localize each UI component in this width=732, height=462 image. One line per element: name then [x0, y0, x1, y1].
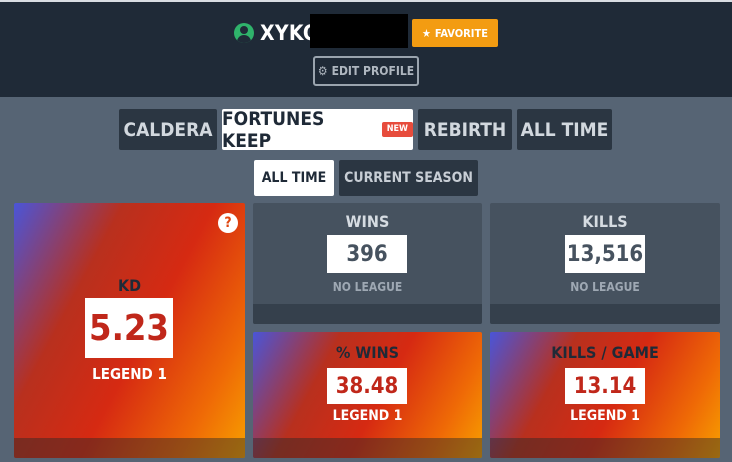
- favorite-label: FAVORITE: [434, 26, 488, 40]
- stat-rank: NO LEAGUE: [332, 280, 403, 294]
- stat-card-win-percent: % WINS 38.48 LEGEND 1: [253, 332, 482, 458]
- stat-rank: NO LEAGUE: [570, 280, 640, 294]
- card-footer: [490, 438, 720, 458]
- stat-value: 5.23: [85, 298, 173, 358]
- stat-card-kd: ? KD 5.23 LEGEND 1: [14, 203, 245, 458]
- gear-icon: ⚙: [317, 64, 328, 78]
- profile-header: XYKO ★ FAVORITE ⚙ EDIT PROFILE: [0, 0, 732, 97]
- stat-rank: LEGEND 1: [332, 408, 403, 424]
- stat-value: 13,516: [565, 235, 645, 273]
- help-icon[interactable]: ?: [218, 213, 238, 233]
- card-footer: [253, 438, 482, 458]
- tab-fortunes-keep[interactable]: FORTUNES KEEP NEW: [222, 107, 413, 152]
- card-footer: [490, 304, 720, 324]
- stat-label: KD: [117, 276, 142, 295]
- stat-rank: LEGEND 1: [92, 365, 167, 383]
- stat-label: WINS: [345, 212, 390, 231]
- stat-value: 396: [327, 235, 407, 273]
- edit-profile-label: EDIT PROFILE: [331, 64, 415, 78]
- subtab-current-season[interactable]: CURRENT SEASON: [339, 160, 478, 196]
- star-icon: ★: [422, 26, 431, 40]
- tab-all-time[interactable]: ALL TIME: [517, 109, 612, 150]
- stat-card-kills-per-game: KILLS / GAME 13.14 LEGEND 1: [490, 332, 720, 458]
- period-tabs: ALL TIME CURRENT SEASON: [0, 160, 732, 196]
- subtab-all-time[interactable]: ALL TIME: [254, 160, 334, 196]
- edit-profile-button[interactable]: ⚙ EDIT PROFILE: [313, 56, 419, 86]
- card-footer: [14, 438, 245, 458]
- card-footer: [253, 304, 482, 324]
- subtab-label: ALL TIME: [261, 170, 327, 186]
- stat-value: 38.48: [327, 368, 407, 404]
- new-badge: NEW: [381, 122, 413, 137]
- tab-label: CALDERA: [123, 118, 213, 141]
- redacted-name-block: [310, 14, 408, 48]
- profile-row: XYKO ★ FAVORITE: [0, 14, 732, 48]
- favorite-button[interactable]: ★ FAVORITE: [412, 19, 498, 47]
- stat-label: % WINS: [335, 343, 400, 362]
- stat-label: KILLS / GAME: [551, 343, 659, 362]
- map-tabs: CALDERA FORTUNES KEEP NEW REBIRTH ALL TI…: [0, 107, 732, 152]
- stat-card-kills: KILLS 13,516 NO LEAGUE: [490, 203, 720, 324]
- tab-label: ALL TIME: [520, 118, 609, 141]
- tab-caldera[interactable]: CALDERA: [119, 109, 217, 150]
- tab-rebirth[interactable]: REBIRTH: [418, 109, 512, 150]
- user-online-icon: [234, 23, 254, 43]
- stat-label: KILLS: [582, 212, 628, 231]
- stat-rank: LEGEND 1: [570, 408, 640, 424]
- tab-label: FORTUNES KEEP: [222, 107, 325, 152]
- stat-card-wins: WINS 396 NO LEAGUE: [253, 203, 482, 324]
- stat-value: 13.14: [565, 368, 645, 404]
- subtab-label: CURRENT SEASON: [344, 170, 473, 186]
- tab-label: REBIRTH: [423, 118, 507, 141]
